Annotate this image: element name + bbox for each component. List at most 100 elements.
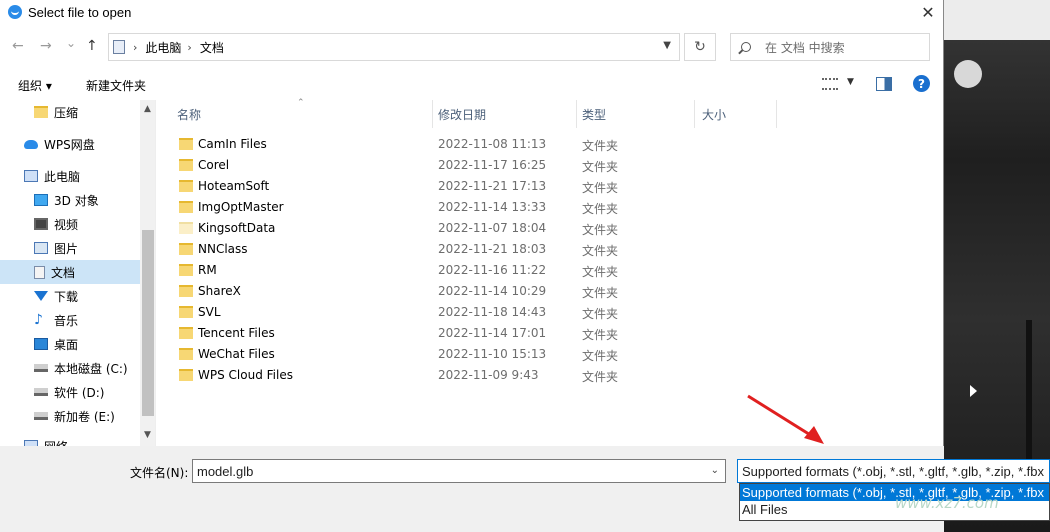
file-date: 2022-11-07 18:04	[438, 221, 547, 235]
sidebar-item-pictures[interactable]: 图片	[0, 236, 140, 260]
file-row[interactable]: WPS Cloud Files 2022-11-09 9:43 文件夹	[157, 365, 944, 386]
close-button[interactable]: ✕	[913, 0, 943, 24]
breadcrumb-documents[interactable]: 文档	[200, 39, 224, 56]
navigation-bar: ← → ⌄ ↑ › 此电脑 › 文档 ▼ ↻ 在 文档 中搜索	[0, 30, 944, 62]
file-name: CamIn Files	[198, 137, 267, 151]
scroll-up-icon[interactable]: ▲	[144, 104, 151, 114]
file-type: 文件夹	[582, 328, 619, 342]
sidebar-item-label: 文档	[51, 265, 76, 280]
sidebar-item-drive-e[interactable]: 新加卷 (E:)	[0, 404, 140, 428]
back-arrow-icon[interactable]: ←	[12, 38, 24, 54]
preview-pane-icon[interactable]	[876, 77, 892, 91]
sidebar-item-label: 压缩	[54, 105, 79, 120]
watermark: www.xz7.com	[895, 494, 999, 512]
column-headers: 名称 ⌃ 修改日期 类型 大小	[157, 98, 944, 128]
sidebar-item-desktop[interactable]: 桌面	[0, 332, 140, 356]
scrollbar-thumb[interactable]	[142, 230, 154, 416]
file-name: NNClass	[198, 242, 248, 256]
help-icon[interactable]: ?	[913, 75, 930, 92]
column-header-type[interactable]: 类型	[577, 100, 695, 128]
file-row[interactable]: ShareX 2022-11-14 10:29 文件夹	[157, 281, 944, 302]
file-row[interactable]: KingsoftData 2022-11-07 18:04 文件夹	[157, 218, 944, 239]
filename-input[interactable]: model.glb ⌄	[192, 459, 726, 483]
view-options-icon[interactable]	[822, 78, 838, 90]
chevron-down-icon[interactable]: ⌄	[711, 465, 719, 476]
sidebar-item-compressed[interactable]: 压缩	[0, 100, 140, 124]
folder-icon	[179, 369, 193, 381]
recent-locations-icon[interactable]: ⌄	[66, 36, 76, 50]
file-date: 2022-11-21 18:03	[438, 242, 547, 256]
new-folder-button[interactable]: 新建文件夹	[86, 77, 146, 94]
background-app-header	[944, 0, 1050, 40]
column-header-label: 修改日期	[438, 107, 487, 122]
sidebar-item-label: 新加卷 (E:)	[54, 409, 115, 424]
file-type: 文件夹	[582, 265, 619, 279]
folder-icon	[179, 243, 193, 255]
file-row[interactable]: NNClass 2022-11-21 18:03 文件夹	[157, 239, 944, 260]
file-name: RM	[198, 263, 217, 277]
sidebar-item-videos[interactable]: 视频	[0, 212, 140, 236]
column-header-label: 类型	[582, 107, 607, 122]
sidebar-item-label: 本地磁盘 (C:)	[54, 361, 128, 376]
file-row[interactable]: CamIn Files 2022-11-08 11:13 文件夹	[157, 134, 944, 155]
folder-icon	[179, 159, 193, 171]
sidebar-item-drive-c[interactable]: 本地磁盘 (C:)	[0, 356, 140, 380]
column-header-size[interactable]: 大小	[695, 100, 777, 128]
file-row[interactable]: SVL 2022-11-18 14:43 文件夹	[157, 302, 944, 323]
background-scrollbar	[1026, 320, 1032, 480]
file-row[interactable]: ImgOptMaster 2022-11-14 13:33 文件夹	[157, 197, 944, 218]
up-arrow-icon[interactable]: ↑	[86, 38, 98, 54]
folder-icon	[179, 264, 193, 276]
sidebar-item-music[interactable]: ♪ 音乐	[0, 308, 140, 332]
file-type: 文件夹	[582, 244, 619, 258]
file-name: ImgOptMaster	[198, 200, 284, 214]
organize-button[interactable]: 组织 ▾	[18, 77, 52, 94]
sidebar-item-downloads[interactable]: 下载	[0, 284, 140, 308]
file-row[interactable]: HoteamSoft 2022-11-21 17:13 文件夹	[157, 176, 944, 197]
sidebar-item-label: 桌面	[54, 337, 79, 352]
folder-icon	[34, 106, 48, 118]
file-date: 2022-11-14 10:29	[438, 284, 547, 298]
chevron-down-icon[interactable]: ▼	[663, 40, 671, 51]
file-row[interactable]: RM 2022-11-16 11:22 文件夹	[157, 260, 944, 281]
navigation-pane: 压缩 WPS网盘 此电脑 3D 对象 视频 图片 文档 下载 ♪ 音乐 桌面 本…	[0, 100, 156, 446]
file-type: 文件夹	[582, 349, 619, 363]
column-header-name[interactable]: 名称 ⌃	[157, 98, 433, 128]
drive-icon	[34, 364, 48, 372]
sidebar-item-label: 图片	[54, 241, 79, 256]
scroll-down-icon[interactable]: ▼	[144, 430, 151, 440]
file-row[interactable]: WeChat Files 2022-11-10 15:13 文件夹	[157, 344, 944, 365]
cloud-icon	[24, 139, 38, 149]
column-header-date[interactable]: 修改日期	[433, 100, 577, 128]
file-date: 2022-11-18 14:43	[438, 305, 547, 319]
file-date: 2022-11-21 17:13	[438, 179, 547, 193]
sidebar-item-network[interactable]: 网络	[0, 434, 140, 446]
file-date: 2022-11-10 15:13	[438, 347, 547, 361]
sort-ascending-icon: ⌃	[297, 98, 305, 108]
sidebar-item-label: 此电脑	[44, 169, 81, 184]
sidebar-item-drive-d[interactable]: 软件 (D:)	[0, 380, 140, 404]
file-type: 文件夹	[582, 202, 619, 216]
forward-arrow-icon[interactable]: →	[40, 38, 52, 54]
folder-icon	[179, 306, 193, 318]
sidebar-item-3d-objects[interactable]: 3D 对象	[0, 188, 140, 212]
folder-icon	[179, 222, 193, 234]
file-date: 2022-11-14 13:33	[438, 200, 547, 214]
sidebar-scrollbar[interactable]: ▲ ▼	[140, 100, 155, 446]
file-type: 文件夹	[582, 160, 619, 174]
sidebar-item-documents[interactable]: 文档	[0, 260, 140, 284]
breadcrumb-this-pc[interactable]: 此电脑	[145, 39, 181, 56]
file-row[interactable]: Corel 2022-11-17 16:25 文件夹	[157, 155, 944, 176]
search-box[interactable]: 在 文档 中搜索	[730, 33, 930, 61]
sidebar-item-this-pc[interactable]: 此电脑	[0, 164, 140, 188]
file-date: 2022-11-14 17:01	[438, 326, 547, 340]
chevron-down-icon[interactable]: ▼	[847, 77, 854, 87]
folder-icon	[179, 180, 193, 192]
sidebar-item-wps-cloud[interactable]: WPS网盘	[0, 132, 140, 156]
file-type-select[interactable]: Supported formats (*.obj, *.stl, *.gltf,…	[737, 459, 1050, 483]
file-type: 文件夹	[582, 223, 619, 237]
file-row[interactable]: Tencent Files 2022-11-14 17:01 文件夹	[157, 323, 944, 344]
download-icon	[34, 291, 48, 301]
refresh-button[interactable]: ↻	[684, 33, 716, 61]
address-bar[interactable]: › 此电脑 › 文档 ▼	[108, 33, 680, 61]
